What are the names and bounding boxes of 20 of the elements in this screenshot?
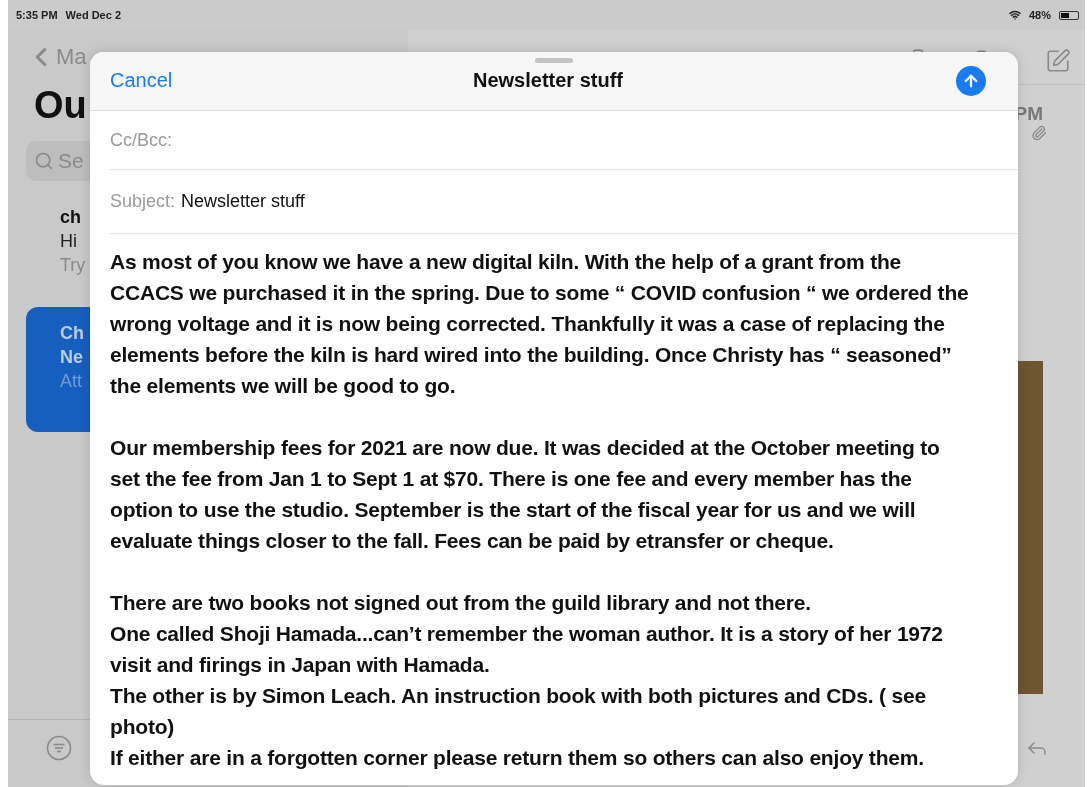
body-paragraph: There are two books not signed out from the guild library and not there. One called Shoji Hamada...can’t remember the woman author. It is a story of her 1972 visit and firings in Japan with Hamada. The other is by Simon Leach. An instruction book with both pictures and CDs. ( see photo) If either are in a forgotten corner please return them so others can also enjoy them. (110, 590, 944, 771)
grab-handle[interactable] (535, 58, 573, 63)
paperclip-icon (1031, 125, 1047, 141)
body-paragraph: Our membership fees for 2021 are now due. It was decided at the October meeting to set the fee from Jan 1 to Sept 1 at $70. There is one fee and every member has the option to use the studio. September is the start of the fiscal year for us and we will evaluate things closer to the fall. Fees can be paid by etransfer or cheque. (110, 435, 941, 554)
cancel-button[interactable]: Cancel (110, 69, 173, 93)
body-paragraph: As most of you know we have a new digital kiln. With the help of a grant from the CCACS we purchased it in the spring. Due to some “ COVID confusion “ we ordered the wrong voltage and it is now being corrected. Thankfully it was a case of replacing the elements before the kiln is hard wired into the building. Once Christy has “ seasoned” the elements we will be good to go. (110, 249, 970, 399)
subject-field[interactable]: Newsletter stuff (181, 191, 305, 213)
cc-bcc-label: Cc/Bcc: (110, 129, 172, 151)
compose-icon[interactable] (1045, 48, 1071, 74)
send-button[interactable] (956, 65, 986, 96)
battery-percentage: 48% (1028, 9, 1051, 21)
status-date: Wed Dec 2 (65, 9, 121, 21)
sheet-title: Newsletter stuff (473, 69, 623, 93)
battery-icon (1059, 10, 1079, 20)
status-time: 5:35 PM (16, 9, 58, 21)
mailbox-title: Ou (34, 84, 88, 127)
search-icon (34, 151, 54, 171)
filter-icon[interactable] (46, 734, 72, 761)
wifi-icon (1008, 9, 1021, 21)
subject-label: Subject: (110, 191, 176, 213)
